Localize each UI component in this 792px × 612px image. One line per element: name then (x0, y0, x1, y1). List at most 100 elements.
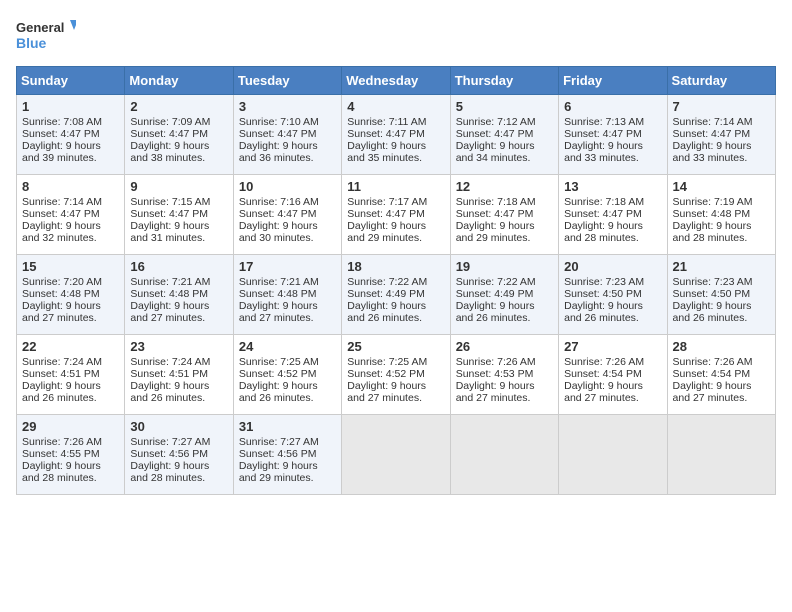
day-number: 23 (130, 339, 227, 354)
daylight: Daylight: 9 hours and 34 minutes. (456, 140, 535, 164)
daylight: Daylight: 9 hours and 30 minutes. (239, 220, 318, 244)
sunrise: Sunrise: 7:19 AM (673, 196, 753, 208)
daylight: Daylight: 9 hours and 26 minutes. (347, 300, 426, 324)
sunrise: Sunrise: 7:24 AM (22, 356, 102, 368)
week-row-5: 29Sunrise: 7:26 AMSunset: 4:55 PMDayligh… (17, 415, 776, 495)
day-number: 15 (22, 259, 119, 274)
sunrise: Sunrise: 7:14 AM (22, 196, 102, 208)
daylight: Daylight: 9 hours and 35 minutes. (347, 140, 426, 164)
calendar-cell: 2Sunrise: 7:09 AMSunset: 4:47 PMDaylight… (125, 95, 233, 175)
day-number: 5 (456, 99, 553, 114)
header-row: SundayMondayTuesdayWednesdayThursdayFrid… (17, 67, 776, 95)
day-number: 22 (22, 339, 119, 354)
calendar-cell: 28Sunrise: 7:26 AMSunset: 4:54 PMDayligh… (667, 335, 775, 415)
day-number: 24 (239, 339, 336, 354)
calendar-cell: 10Sunrise: 7:16 AMSunset: 4:47 PMDayligh… (233, 175, 341, 255)
calendar-cell (450, 415, 558, 495)
sunrise: Sunrise: 7:26 AM (456, 356, 536, 368)
daylight: Daylight: 9 hours and 27 minutes. (673, 380, 752, 404)
sunset: Sunset: 4:55 PM (22, 448, 100, 460)
day-number: 8 (22, 179, 119, 194)
day-number: 3 (239, 99, 336, 114)
sunset: Sunset: 4:49 PM (347, 288, 425, 300)
calendar-cell (342, 415, 450, 495)
sunset: Sunset: 4:47 PM (130, 128, 208, 140)
sunrise: Sunrise: 7:22 AM (347, 276, 427, 288)
day-number: 2 (130, 99, 227, 114)
day-number: 31 (239, 419, 336, 434)
sunrise: Sunrise: 7:27 AM (239, 436, 319, 448)
calendar-cell: 4Sunrise: 7:11 AMSunset: 4:47 PMDaylight… (342, 95, 450, 175)
sunrise: Sunrise: 7:27 AM (130, 436, 210, 448)
daylight: Daylight: 9 hours and 26 minutes. (456, 300, 535, 324)
sunset: Sunset: 4:50 PM (564, 288, 642, 300)
sunrise: Sunrise: 7:23 AM (673, 276, 753, 288)
calendar-cell: 17Sunrise: 7:21 AMSunset: 4:48 PMDayligh… (233, 255, 341, 335)
daylight: Daylight: 9 hours and 28 minutes. (130, 460, 209, 484)
calendar-cell: 27Sunrise: 7:26 AMSunset: 4:54 PMDayligh… (559, 335, 667, 415)
sunset: Sunset: 4:47 PM (347, 128, 425, 140)
daylight: Daylight: 9 hours and 36 minutes. (239, 140, 318, 164)
calendar-cell: 8Sunrise: 7:14 AMSunset: 4:47 PMDaylight… (17, 175, 125, 255)
sunset: Sunset: 4:48 PM (673, 208, 751, 220)
sunrise: Sunrise: 7:11 AM (347, 116, 426, 128)
header-day-sunday: Sunday (17, 67, 125, 95)
sunrise: Sunrise: 7:26 AM (564, 356, 644, 368)
week-row-4: 22Sunrise: 7:24 AMSunset: 4:51 PMDayligh… (17, 335, 776, 415)
logo: General Blue (16, 16, 76, 58)
header-day-saturday: Saturday (667, 67, 775, 95)
calendar-cell: 1Sunrise: 7:08 AMSunset: 4:47 PMDaylight… (17, 95, 125, 175)
sunrise: Sunrise: 7:14 AM (673, 116, 753, 128)
calendar-cell: 5Sunrise: 7:12 AMSunset: 4:47 PMDaylight… (450, 95, 558, 175)
sunrise: Sunrise: 7:21 AM (130, 276, 210, 288)
day-number: 20 (564, 259, 661, 274)
daylight: Daylight: 9 hours and 28 minutes. (22, 460, 101, 484)
day-number: 18 (347, 259, 444, 274)
daylight: Daylight: 9 hours and 26 minutes. (130, 380, 209, 404)
sunrise: Sunrise: 7:22 AM (456, 276, 536, 288)
sunrise: Sunrise: 7:26 AM (673, 356, 753, 368)
calendar-cell: 19Sunrise: 7:22 AMSunset: 4:49 PMDayligh… (450, 255, 558, 335)
day-number: 1 (22, 99, 119, 114)
calendar-cell: 16Sunrise: 7:21 AMSunset: 4:48 PMDayligh… (125, 255, 233, 335)
calendar-cell: 12Sunrise: 7:18 AMSunset: 4:47 PMDayligh… (450, 175, 558, 255)
sunrise: Sunrise: 7:24 AM (130, 356, 210, 368)
sunrise: Sunrise: 7:16 AM (239, 196, 319, 208)
calendar-cell (559, 415, 667, 495)
sunset: Sunset: 4:52 PM (239, 368, 317, 380)
header-day-wednesday: Wednesday (342, 67, 450, 95)
sunset: Sunset: 4:52 PM (347, 368, 425, 380)
day-number: 27 (564, 339, 661, 354)
daylight: Daylight: 9 hours and 39 minutes. (22, 140, 101, 164)
daylight: Daylight: 9 hours and 27 minutes. (347, 380, 426, 404)
calendar-cell: 11Sunrise: 7:17 AMSunset: 4:47 PMDayligh… (342, 175, 450, 255)
day-number: 12 (456, 179, 553, 194)
sunset: Sunset: 4:56 PM (130, 448, 208, 460)
daylight: Daylight: 9 hours and 29 minutes. (456, 220, 535, 244)
header-day-friday: Friday (559, 67, 667, 95)
day-number: 26 (456, 339, 553, 354)
sunrise: Sunrise: 7:26 AM (22, 436, 102, 448)
daylight: Daylight: 9 hours and 26 minutes. (22, 380, 101, 404)
sunrise: Sunrise: 7:20 AM (22, 276, 102, 288)
daylight: Daylight: 9 hours and 27 minutes. (130, 300, 209, 324)
sunset: Sunset: 4:54 PM (673, 368, 751, 380)
daylight: Daylight: 9 hours and 29 minutes. (347, 220, 426, 244)
sunset: Sunset: 4:48 PM (22, 288, 100, 300)
week-row-2: 8Sunrise: 7:14 AMSunset: 4:47 PMDaylight… (17, 175, 776, 255)
sunrise: Sunrise: 7:15 AM (130, 196, 210, 208)
calendar-cell: 20Sunrise: 7:23 AMSunset: 4:50 PMDayligh… (559, 255, 667, 335)
sunset: Sunset: 4:47 PM (456, 208, 534, 220)
calendar-cell: 24Sunrise: 7:25 AMSunset: 4:52 PMDayligh… (233, 335, 341, 415)
calendar-cell: 31Sunrise: 7:27 AMSunset: 4:56 PMDayligh… (233, 415, 341, 495)
calendar-cell (667, 415, 775, 495)
calendar-cell: 6Sunrise: 7:13 AMSunset: 4:47 PMDaylight… (559, 95, 667, 175)
day-number: 21 (673, 259, 770, 274)
day-number: 9 (130, 179, 227, 194)
day-number: 6 (564, 99, 661, 114)
day-number: 29 (22, 419, 119, 434)
sunset: Sunset: 4:51 PM (22, 368, 100, 380)
daylight: Daylight: 9 hours and 33 minutes. (673, 140, 752, 164)
sunset: Sunset: 4:50 PM (673, 288, 751, 300)
sunrise: Sunrise: 7:12 AM (456, 116, 536, 128)
